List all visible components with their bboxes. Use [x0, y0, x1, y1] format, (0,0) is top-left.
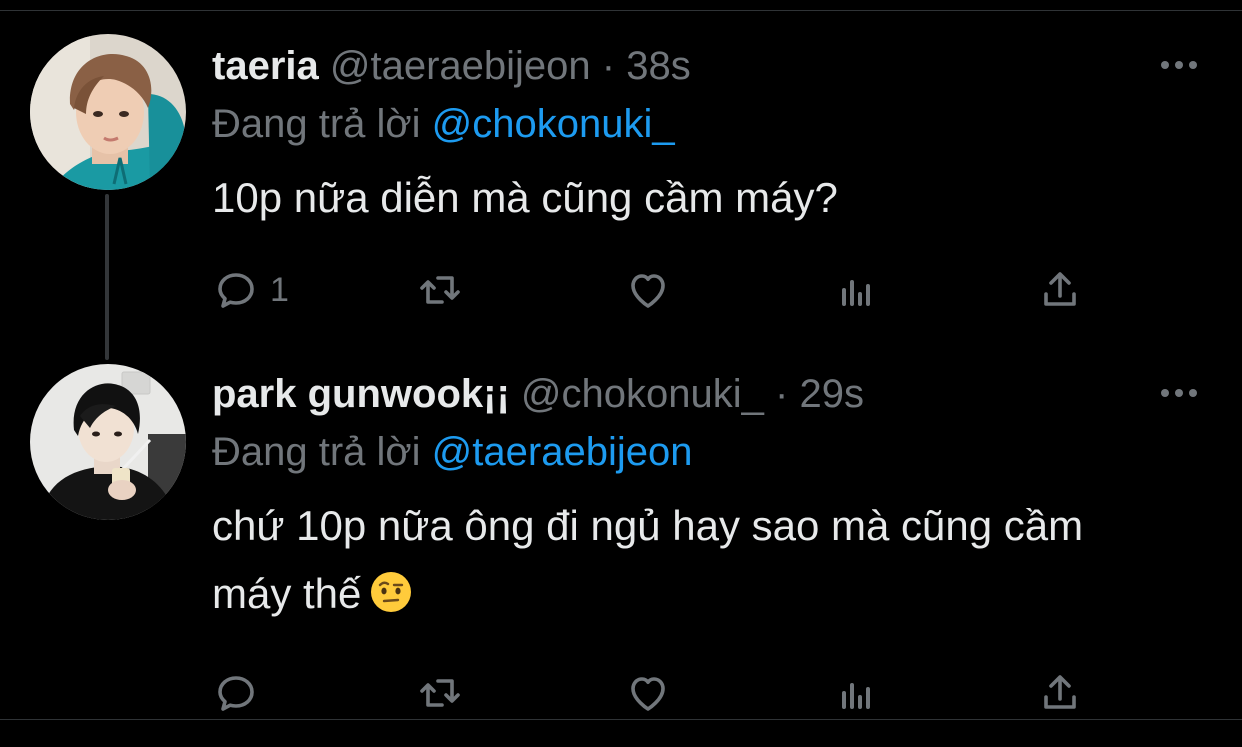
bottom-divider — [0, 719, 1242, 720]
user-handle[interactable]: @taeraebijeon — [330, 44, 591, 88]
tweet-2[interactable]: park gunwook¡¡ @chokonuki_ · 29s Đang tr… — [0, 360, 1242, 719]
display-name[interactable]: park gunwook¡¡ — [212, 372, 510, 416]
more-button[interactable] — [1158, 55, 1200, 75]
views-button[interactable] — [832, 262, 880, 318]
reply-count: 1 — [270, 270, 289, 309]
share-button[interactable] — [1036, 262, 1084, 318]
heart-icon — [631, 274, 665, 308]
views-icon — [842, 280, 870, 306]
share-icon — [1044, 675, 1076, 709]
face-with-raised-eyebrow-icon — [369, 566, 413, 634]
more-button[interactable] — [1158, 383, 1200, 403]
reply-icon — [218, 273, 254, 308]
tweet-text: chứ 10p nữa ông đi ngủ hay sao mà cũng c… — [212, 492, 1172, 634]
action-bar: 1 — [212, 262, 1092, 318]
views-icon — [842, 683, 870, 709]
replying-to: Đang trả lời @chokonuki_ — [212, 96, 675, 152]
separator-dot: · — [601, 44, 616, 88]
views-button[interactable] — [832, 665, 880, 721]
tweet-header: park gunwook¡¡ @chokonuki_ · 29s — [212, 366, 864, 422]
tweet-header: taeria @taeraebijeon · 38s — [212, 38, 691, 94]
tweet-text: 10p nữa diễn mà cũng cầm máy? — [212, 174, 838, 221]
timestamp[interactable]: 38s — [626, 44, 691, 88]
mention-link[interactable]: @chokonuki_ — [432, 102, 675, 146]
retweet-icon — [420, 276, 460, 304]
tweet-text-content: chứ 10p nữa ông đi ngủ hay sao mà cũng c… — [212, 502, 1084, 617]
like-button[interactable] — [624, 262, 672, 318]
share-button[interactable] — [1036, 665, 1084, 721]
avatar[interactable] — [30, 364, 186, 520]
mention-link[interactable]: @taeraebijeon — [432, 430, 693, 474]
timestamp[interactable]: 29s — [799, 372, 864, 416]
separator-dot: · — [775, 372, 789, 416]
retweet-button[interactable] — [416, 262, 464, 318]
heart-icon — [631, 677, 665, 711]
retweet-icon — [420, 679, 460, 707]
tweet-1[interactable]: taeria @taeraebijeon · 38s Đang trả lời … — [0, 0, 1242, 360]
action-bar — [212, 665, 1092, 721]
more-icon — [1161, 389, 1197, 397]
user-handle[interactable]: @chokonuki_ — [521, 372, 764, 416]
share-icon — [1044, 272, 1076, 306]
more-icon — [1161, 61, 1197, 69]
reply-icon — [218, 676, 254, 711]
avatar[interactable] — [30, 34, 186, 190]
reply-button[interactable] — [212, 665, 270, 721]
like-button[interactable] — [624, 665, 672, 721]
retweet-button[interactable] — [416, 665, 464, 721]
replying-prefix: Đang trả lời — [212, 102, 421, 146]
replying-to: Đang trả lời @taeraebijeon — [212, 424, 692, 480]
display-name[interactable]: taeria — [212, 44, 319, 88]
reply-button[interactable]: 1 — [212, 262, 289, 318]
replying-prefix: Đang trả lời — [212, 430, 421, 474]
